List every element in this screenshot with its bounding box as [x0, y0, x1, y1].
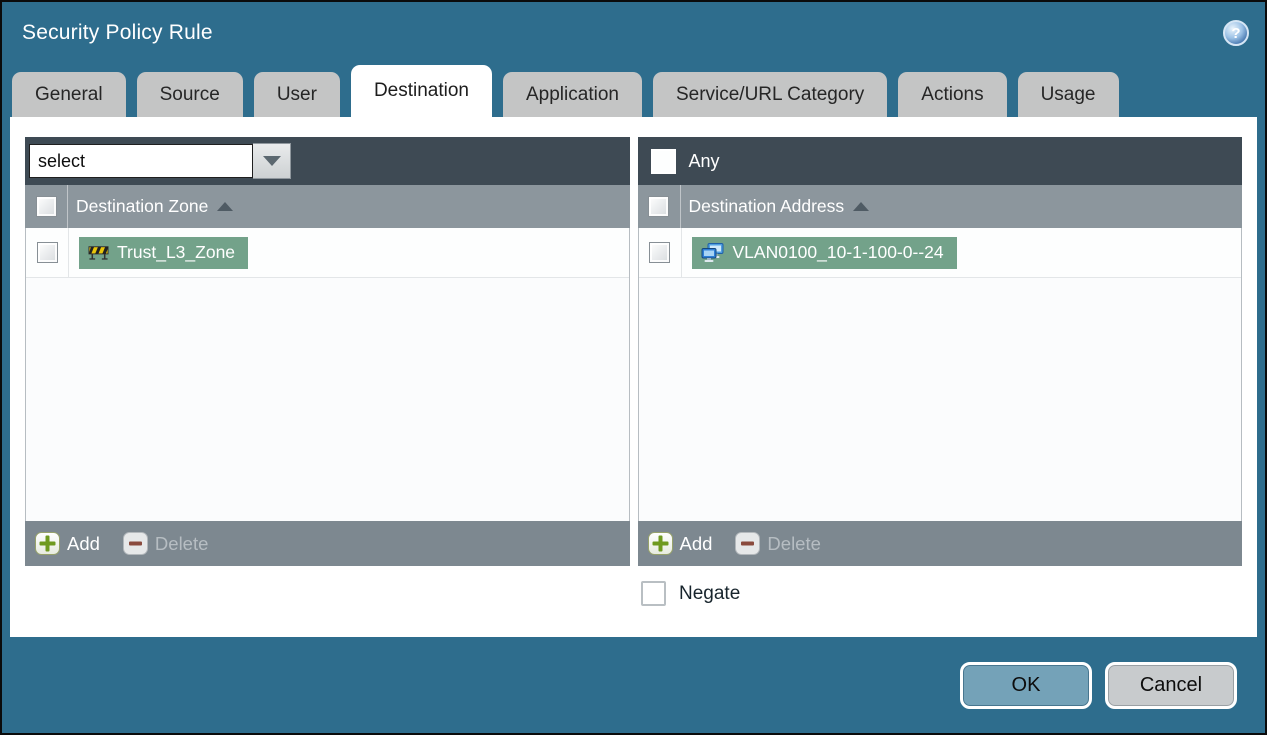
destination-zone-panel: Destination Zone [25, 137, 630, 566]
address-row-checkbox[interactable] [649, 242, 670, 263]
destination-address-panel: Any Destination Address VLAN0100_10-1-10… [637, 137, 1242, 566]
tab-destination[interactable]: Destination [350, 65, 492, 117]
delete-minus-icon [735, 532, 761, 555]
zone-column-header[interactable]: Destination Zone [25, 185, 630, 228]
zone-barrier-icon [88, 244, 109, 260]
cancel-button[interactable]: Cancel [1105, 662, 1237, 709]
any-checkbox[interactable] [650, 148, 676, 174]
negate-checkbox[interactable] [641, 581, 666, 606]
zone-chip[interactable]: Trust_L3_Zone [79, 236, 249, 269]
sort-ascending-icon [853, 202, 870, 211]
tab-bar: General Source User Destination Applicat… [2, 64, 1265, 117]
destination-tab-content: Destination Zone [10, 117, 1257, 637]
security-policy-rule-dialog: Security Policy Rule ? General Source Us… [0, 0, 1267, 735]
help-icon[interactable]: ? [1223, 20, 1249, 46]
titlebar: Security Policy Rule ? [2, 2, 1265, 64]
tab-source[interactable]: Source [136, 72, 243, 117]
zone-delete-label: Delete [154, 532, 209, 554]
negate-label: Negate [679, 582, 741, 604]
tab-general[interactable]: General [12, 72, 126, 117]
tab-user[interactable]: User [253, 72, 340, 117]
zone-delete-button[interactable]: Delete [122, 532, 209, 555]
address-list: VLAN0100_10-1-100-0--24 [637, 228, 1242, 521]
network-address-icon [701, 242, 725, 262]
address-column-label: Destination Address [688, 196, 845, 216]
tab-service-url-category[interactable]: Service/URL Category [652, 72, 888, 117]
zone-row-checkbox[interactable] [36, 242, 58, 263]
address-delete-button[interactable]: Delete [735, 532, 821, 555]
address-panel-footer: Add Delete [637, 521, 1242, 566]
tab-usage[interactable]: Usage [1017, 72, 1119, 117]
dialog-footer: OK Cancel [2, 637, 1265, 709]
any-label: Any [688, 150, 720, 171]
address-select-all-checkbox[interactable] [648, 196, 669, 217]
tab-actions[interactable]: Actions [898, 72, 1007, 117]
zone-panel-toolbar [25, 137, 630, 185]
address-chip[interactable]: VLAN0100_10-1-100-0--24 [691, 236, 957, 269]
zone-name: Trust_L3_Zone [117, 241, 236, 262]
zone-select-all-checkbox[interactable] [35, 196, 57, 217]
zone-select-dropdown-button[interactable] [253, 143, 291, 179]
add-plus-icon [647, 532, 673, 555]
address-panel-toolbar: Any [637, 137, 1242, 185]
ok-button[interactable]: OK [960, 662, 1092, 709]
zone-add-label: Add [67, 532, 100, 554]
zone-column-label: Destination Zone [76, 196, 209, 216]
zone-row[interactable]: Trust_L3_Zone [26, 228, 629, 278]
address-delete-label: Delete [767, 532, 821, 554]
chevron-down-icon [262, 156, 281, 166]
address-add-button[interactable]: Add [647, 532, 713, 555]
delete-minus-icon [122, 532, 148, 555]
dialog-title: Security Policy Rule [22, 21, 213, 44]
zone-select-input[interactable] [29, 144, 253, 178]
negate-row: Negate [641, 581, 1257, 606]
address-add-label: Add [679, 532, 713, 554]
zone-list: Trust_L3_Zone [25, 228, 630, 521]
add-plus-icon [35, 532, 60, 555]
address-row[interactable]: VLAN0100_10-1-100-0--24 [638, 228, 1241, 278]
address-name: VLAN0100_10-1-100-0--24 [732, 241, 944, 262]
tab-application[interactable]: Application [503, 72, 642, 117]
sort-ascending-icon [217, 202, 234, 211]
address-column-header[interactable]: Destination Address [637, 185, 1242, 228]
zone-add-button[interactable]: Add [35, 532, 100, 555]
zone-panel-footer: Add Delete [25, 521, 630, 566]
